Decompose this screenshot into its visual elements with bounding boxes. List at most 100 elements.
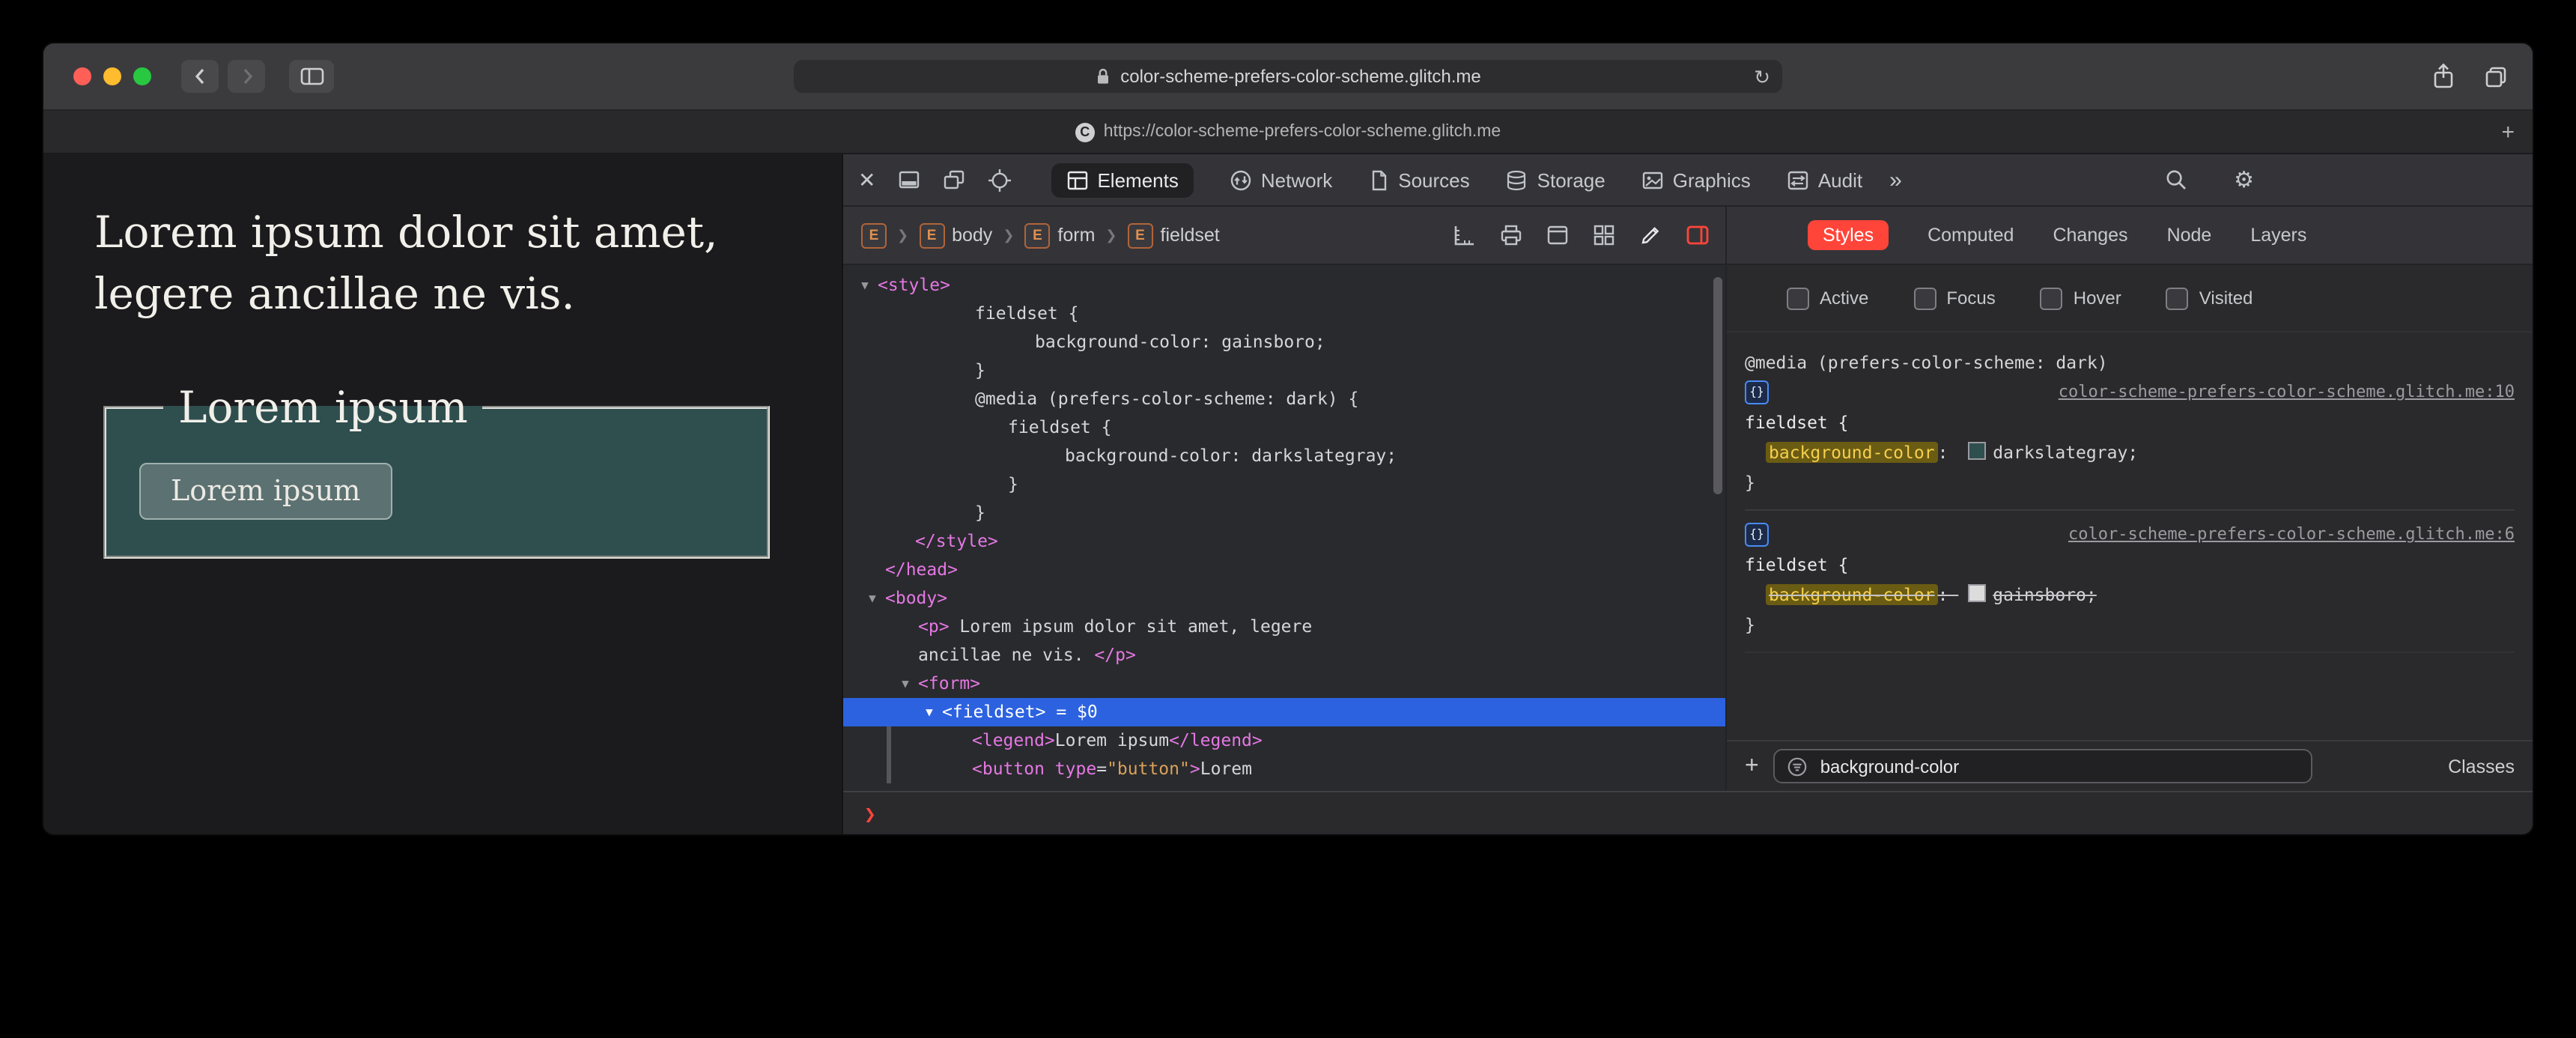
disclosure-triangle-icon[interactable]: ▼ xyxy=(897,670,914,698)
code-segment: <p> xyxy=(918,616,950,637)
checkbox-icon[interactable] xyxy=(1787,287,1809,309)
browser-window: color-scheme-prefers-color-scheme.glitch… xyxy=(42,42,2534,836)
element-highlight-toggle-button[interactable] xyxy=(1685,223,1710,247)
dom-tree-row[interactable]: ▼ <form> xyxy=(843,670,1725,698)
dom-tree-row[interactable]: </head> xyxy=(843,556,1725,584)
checkbox-icon[interactable] xyxy=(2040,287,2063,309)
pseudo-hover-toggle[interactable]: Hover xyxy=(2040,287,2121,309)
tab-network[interactable]: Network xyxy=(1230,163,1332,197)
search-button[interactable] xyxy=(2164,168,2188,192)
close-inspector-button[interactable]: ✕ xyxy=(858,169,875,190)
tab-computed[interactable]: Computed xyxy=(1928,225,2014,246)
dom-tree-row[interactable]: } xyxy=(843,356,1725,385)
tab-storage[interactable]: Storage xyxy=(1506,163,1606,197)
dom-tree-row[interactable]: fieldset { xyxy=(843,413,1725,442)
pseudo-active-toggle[interactable]: Active xyxy=(1787,287,1868,309)
disclosure-triangle-icon[interactable]: ▼ xyxy=(864,584,881,613)
appearance-button[interactable] xyxy=(1546,223,1570,247)
property-value[interactable]: darkslategray xyxy=(1993,442,2127,463)
css-source-badge-icon[interactable]: {} xyxy=(1745,523,1769,547)
tab-audit[interactable]: Audit xyxy=(1787,163,1862,197)
print-styles-button[interactable] xyxy=(1499,223,1523,247)
checkbox-icon[interactable] xyxy=(1913,287,1936,309)
tree-scrollbar[interactable] xyxy=(1713,277,1722,494)
pseudo-visited-toggle[interactable]: Visited xyxy=(2166,287,2253,309)
style-filter-field[interactable] xyxy=(1773,749,2313,783)
tab-layers[interactable]: Layers xyxy=(2250,225,2306,246)
code-segment: <button xyxy=(972,758,1045,779)
tab-sources[interactable]: Sources xyxy=(1368,163,1470,197)
dock-bottom-button[interactable] xyxy=(896,168,920,192)
dom-tree-row-selected[interactable]: ▼ <fieldset> = $0 xyxy=(843,698,1725,726)
dom-tree-row[interactable]: ancillae ne vis. </p> xyxy=(843,641,1725,670)
refresh-button[interactable]: ↻ xyxy=(1754,67,1770,86)
dom-tree-row[interactable]: ▼ <body> xyxy=(843,584,1725,613)
dom-tree-row[interactable]: background-color: gainsboro; xyxy=(843,328,1725,356)
breadcrumb-item-form[interactable]: E form xyxy=(1024,222,1095,248)
code-segment: background-color: gainsboro; xyxy=(1035,331,1325,352)
classes-toggle-button[interactable]: Classes xyxy=(2448,756,2515,777)
zoom-button[interactable] xyxy=(133,67,151,85)
dom-tree-row[interactable]: ▼ <style> xyxy=(843,271,1725,300)
quick-console[interactable]: ❯ xyxy=(843,791,2533,834)
tabs-overview-button[interactable] xyxy=(2483,64,2509,89)
dom-tree-row[interactable]: } xyxy=(843,470,1725,499)
dom-tree-row[interactable]: <button type="button">Lorem xyxy=(843,755,1725,783)
breadcrumb-item-html[interactable]: E xyxy=(861,222,887,248)
dom-tree-row[interactable]: <legend>Lorem ipsum</legend> xyxy=(843,726,1725,755)
detach-window-button[interactable] xyxy=(941,168,965,192)
tab-graphics[interactable]: Graphics xyxy=(1641,163,1751,197)
disclosure-triangle-icon[interactable]: ▼ xyxy=(921,698,938,726)
rulers-button[interactable] xyxy=(1453,223,1477,247)
color-swatch[interactable] xyxy=(1967,442,1986,460)
dom-tree-row[interactable]: fieldset { xyxy=(843,300,1725,328)
breadcrumb-item-fieldset[interactable]: E fieldset xyxy=(1127,222,1220,248)
css-source-link[interactable]: color-scheme-prefers-color-scheme.glitch… xyxy=(2059,377,2515,407)
pseudo-focus-toggle[interactable]: Focus xyxy=(1913,287,1996,309)
add-rule-button[interactable]: + xyxy=(1745,753,1759,778)
forward-button[interactable] xyxy=(228,60,265,93)
edit-button[interactable] xyxy=(1638,223,1662,247)
property-name[interactable]: background-color xyxy=(1766,584,1938,605)
dom-tree-row[interactable]: } xyxy=(843,499,1725,527)
dom-tree-row[interactable]: background-color: darkslategray; xyxy=(843,442,1725,470)
tab-styles[interactable]: Styles xyxy=(1808,220,1889,250)
web-inspector: ✕ Elements Network Sources Storage Graph… xyxy=(843,154,2533,834)
code-segment: type xyxy=(1044,758,1097,779)
css-declaration[interactable]: background-color: darkslategray; xyxy=(1745,437,2515,467)
tab-changes[interactable]: Changes xyxy=(2053,225,2127,246)
more-tabs-button[interactable]: » xyxy=(1889,167,1902,192)
minimize-button[interactable] xyxy=(103,67,121,85)
dom-tree-row[interactable]: </style> xyxy=(843,527,1725,556)
dom-tree-row[interactable]: <p> Lorem ipsum dolor sit amet, legere xyxy=(843,613,1725,641)
property-name[interactable]: background-color xyxy=(1766,442,1938,463)
property-value[interactable]: gainsboro xyxy=(1993,584,2086,605)
style-filter-input[interactable] xyxy=(1817,754,2300,778)
element-picker-button[interactable] xyxy=(986,167,1012,192)
color-swatch[interactable] xyxy=(1967,584,1986,602)
back-button[interactable] xyxy=(181,60,219,93)
css-declaration-overridden[interactable]: background-color: gainsboro; xyxy=(1745,580,2515,610)
active-tab[interactable]: C https://color-scheme-prefers-color-sch… xyxy=(1075,122,1501,142)
dom-tree-row[interactable]: @media (prefers-color-scheme: dark) { xyxy=(843,385,1725,413)
code-segment: Lorem ipsum xyxy=(1054,729,1170,750)
breadcrumb-item-body[interactable]: E body xyxy=(919,222,992,248)
fieldset-button[interactable]: Lorem ipsum xyxy=(139,463,392,520)
sidebar-toggle-button[interactable] xyxy=(289,60,334,93)
close-button[interactable] xyxy=(73,67,91,85)
new-tab-button[interactable]: + xyxy=(2501,121,2515,143)
css-source-link[interactable]: color-scheme-prefers-color-scheme.glitch… xyxy=(2068,520,2515,550)
graphics-icon xyxy=(1641,169,1664,191)
page-paragraph: Lorem ipsum dolor sit amet, legere ancil… xyxy=(94,207,718,319)
settings-button[interactable]: ⚙ xyxy=(2234,169,2254,191)
disclosure-triangle-icon[interactable]: ▼ xyxy=(857,271,873,300)
tab-node[interactable]: Node xyxy=(2167,225,2212,246)
css-source-badge-icon[interactable]: {} xyxy=(1745,380,1769,404)
checkbox-icon[interactable] xyxy=(2166,287,2189,309)
share-button[interactable] xyxy=(2431,63,2456,90)
pseudo-hover-label: Hover xyxy=(2073,288,2121,309)
tab-elements[interactable]: Elements xyxy=(1051,163,1194,197)
grid-overlay-button[interactable] xyxy=(1592,223,1616,247)
address-bar[interactable]: color-scheme-prefers-color-scheme.glitch… xyxy=(794,60,1782,93)
code-segment: </p> xyxy=(1094,644,1136,665)
